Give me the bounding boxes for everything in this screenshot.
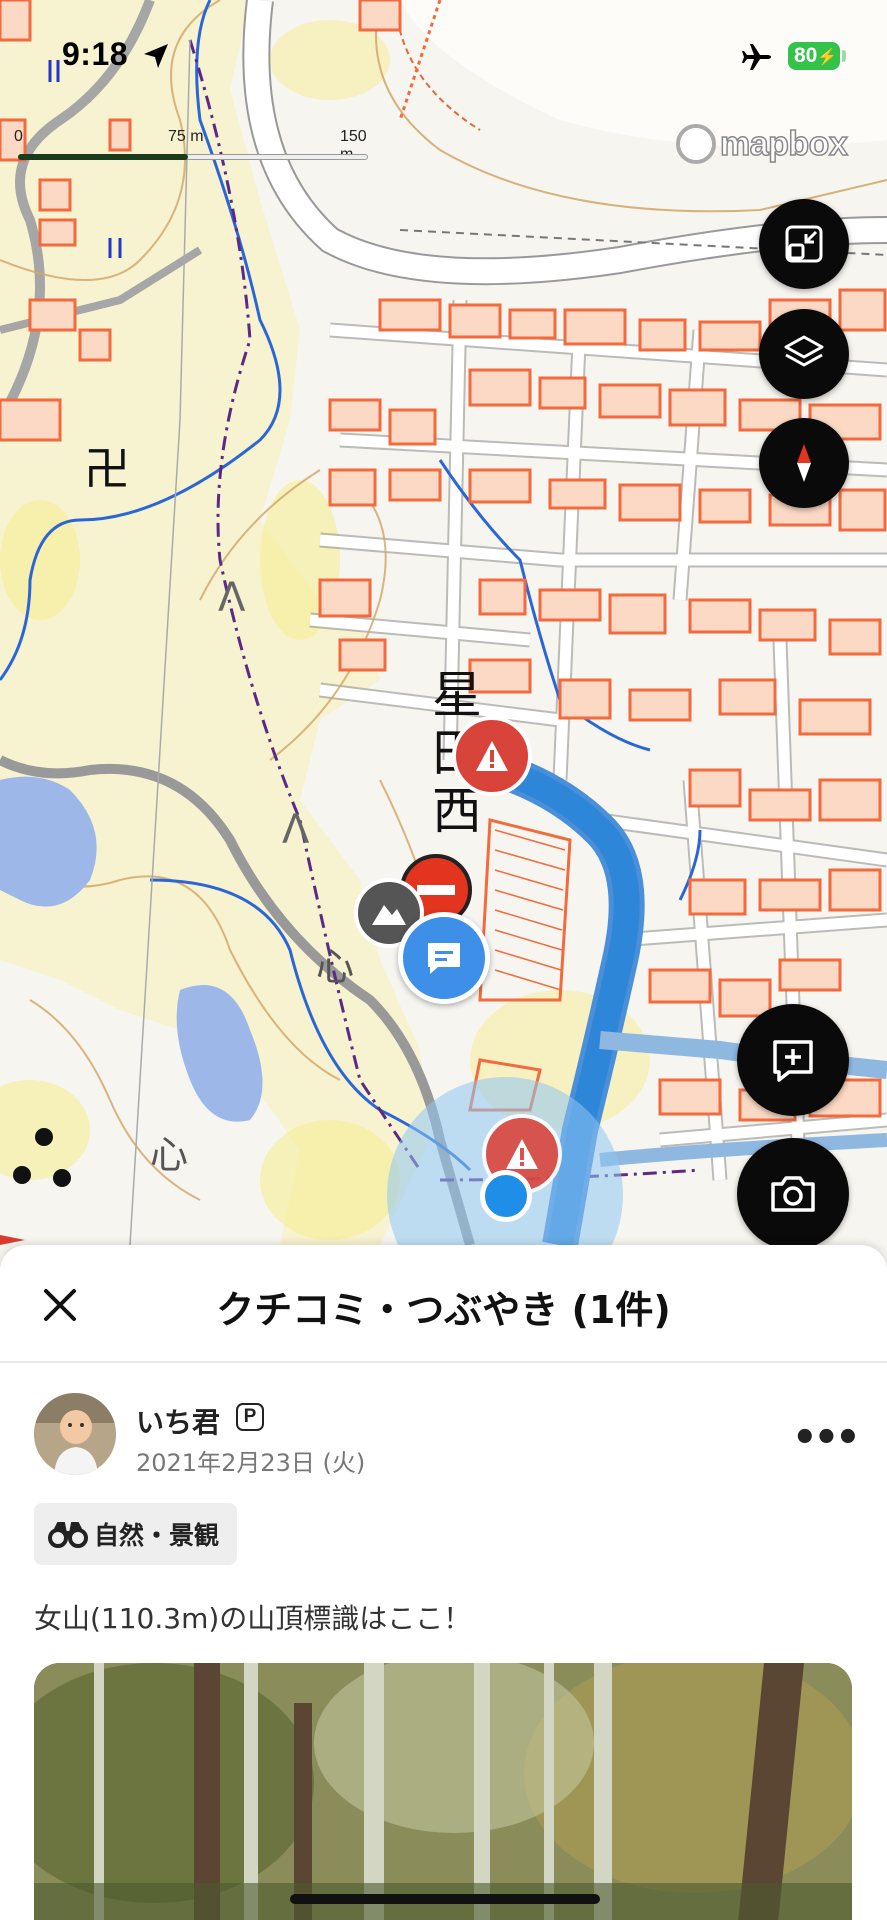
category-tag[interactable]: 自然・景観 (34, 1503, 238, 1565)
layers-button[interactable] (759, 309, 849, 399)
temple-symbol: 卍 (84, 442, 130, 496)
compass-button[interactable] (759, 418, 849, 508)
mountain-icon (372, 905, 406, 925)
scale-label-mid: 75 m (168, 128, 204, 145)
mapbox-ring-icon (676, 124, 716, 164)
warning-icon (476, 741, 508, 771)
broadleaf-symbol: 心 (316, 945, 355, 989)
category-label: 自然・景観 (94, 1521, 220, 1550)
layers-icon (784, 335, 824, 367)
broadleaf-symbol: 心 (150, 1133, 189, 1177)
current-location-dot (480, 1170, 532, 1222)
chat-bubble-icon (428, 943, 460, 974)
comment-pin[interactable] (398, 912, 490, 1004)
sheet-header: クチコミ・つぶやき (1件) (0, 1245, 887, 1363)
battery-cap (842, 50, 846, 62)
mountain-symbol: ᐱ (282, 807, 310, 853)
status-time: 9:18 (62, 36, 129, 72)
scale-fill (18, 154, 188, 160)
home-indicator (290, 1894, 600, 1904)
bamboo-forest-image (34, 1663, 852, 1920)
scale-bar: 0 75 m 150 m (14, 128, 368, 168)
username[interactable]: いち君 (136, 1401, 220, 1441)
compass-icon (797, 444, 811, 482)
post-text: 女山(110.3m)の山頂標識はここ！ (34, 1602, 472, 1635)
avatar[interactable] (34, 1393, 116, 1475)
post-date: 2021年2月23日 (火) (136, 1449, 366, 1477)
airplane-icon (742, 44, 771, 70)
avatar-image (34, 1393, 116, 1475)
post-photo[interactable] (34, 1663, 852, 1920)
mapbox-wordmark: mapbox (719, 124, 848, 164)
location-arrow-icon (144, 44, 168, 68)
collapse-icon (785, 225, 823, 263)
collapse-button[interactable] (759, 199, 849, 289)
premium-badge: P (236, 1403, 264, 1431)
map-view[interactable]: 卍 ᐱ ᐱ 心 心 星 田 西 9:18 80⚡ 0 75 m 150 m ma… (0, 0, 887, 1245)
warning-icon (506, 1139, 538, 1169)
no-entry-icon (417, 885, 455, 895)
mapbox-logo: mapbox (676, 124, 849, 164)
sheet-title: クチコミ・つぶやき (1件) (216, 1288, 671, 1332)
place-name-char-1: 星 (432, 666, 482, 724)
battery-icon: 80⚡ (788, 42, 840, 70)
battery-level: 80 (794, 44, 818, 67)
add-post-icon (773, 1040, 813, 1082)
binoculars-icon (48, 1522, 88, 1548)
add-post-button[interactable] (737, 1004, 849, 1116)
reviews-sheet: クチコミ・つぶやき (1件) いち君 P 2021年2月23日 (火) ••• … (0, 1245, 887, 1920)
mountain-symbol: ᐱ (218, 575, 246, 621)
status-bar: 9:18 80⚡ (0, 0, 887, 110)
place-name-char-3: 西 (432, 782, 482, 840)
camera-button[interactable] (737, 1138, 849, 1245)
camera-icon (771, 1176, 815, 1212)
scale-label-0: 0 (14, 128, 23, 145)
warning-pin[interactable] (452, 716, 532, 796)
more-options-button[interactable]: ••• (792, 1415, 861, 1461)
